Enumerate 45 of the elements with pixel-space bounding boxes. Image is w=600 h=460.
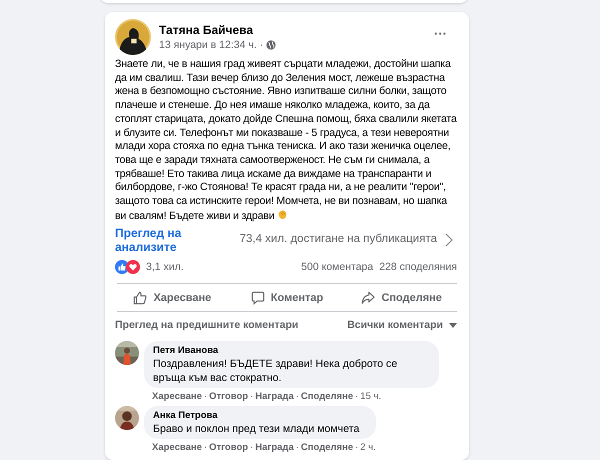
commenter-name[interactable]: Анка Петрова (153, 409, 367, 422)
thumbs-up-icon (133, 290, 148, 305)
post-text: Знаете ли, че в нашия град живеят сърцати младежи, достойни шапка да им свалиш. Тази вечер близо до Зеления мост, лежеше възрастна жена в безпомощно състояние. Явно изпитваше силни болки, защото плачеше и стенеше. До нея имаше няколко младежа, които, за да стоплят старицата, докато дойде Спешна помощ, бяха свалили якетата и блузите си. Телефонът ми показваше - 5 градуса, а тези невероятни млади хора стояха по една тънка тениска. И ако тази женичка оцелее, това ще е заради тяхната самоотверженост. Не съм ги снимала, а трябваше! Ето такива лица искаме да виждаме на транспаранти и билбордове, г-жо Стоянова! Те красят града ни, а не реалити "герои", защото това са истинските герои! Момчета, не ви познавам, но шапка ви свалям! Бъдете живи и здрави (115, 58, 458, 224)
separator-dot: · (204, 390, 208, 404)
emoji-icon (277, 208, 288, 220)
comment-action-link[interactable]: Награда (255, 390, 294, 404)
comment-text: Поздравления! БЪДЕТЕ здрави! Нека доброто се връща към вас стократно. (153, 357, 398, 386)
caret-icon (449, 322, 457, 328)
reaction-count[interactable]: 3,1 хил. (146, 260, 184, 276)
heart-reaction-icon[interactable] (126, 260, 140, 274)
comment-filter-dropdown[interactable]: Всички коментари (347, 318, 457, 334)
share-button[interactable]: Споделяне (344, 284, 460, 311)
comment-action-link[interactable]: Отговор (209, 390, 248, 404)
separator-dot: · (204, 441, 208, 454)
comment-time[interactable]: 2 ч. (360, 441, 376, 454)
separator-dot: · (250, 441, 254, 454)
like-button[interactable]: Харесване (115, 284, 230, 311)
separator-dot: · (296, 441, 299, 454)
comment-action-link[interactable]: Отговор (209, 441, 248, 454)
insights-link[interactable]: Преглед на анализите (115, 226, 195, 254)
more-options-button[interactable]: ··· (434, 24, 459, 44)
author-name[interactable]: Татяна Байчева (159, 22, 426, 38)
comment-time[interactable]: 15 ч. (360, 390, 382, 404)
comment-action-link[interactable]: Харесване (152, 441, 202, 454)
commenter-name[interactable]: Петя Иванова (153, 344, 430, 358)
comment-action-link[interactable]: Награда (255, 441, 294, 454)
chevron-right-icon[interactable] (445, 232, 453, 247)
comment-count[interactable]: 500 коментара (301, 260, 374, 276)
previous-comments-link[interactable]: Преглед на предишните коментари (115, 318, 298, 334)
separator-dot: · (250, 390, 254, 404)
globe-icon (266, 40, 276, 50)
post-time[interactable]: 13 януари в 12:34 ч. (159, 38, 257, 52)
comment-button[interactable]: Коментар (230, 284, 344, 311)
comment-action-link[interactable]: Споделяне (300, 441, 354, 454)
separator-dot: · (260, 38, 264, 52)
separator-dot: · (296, 390, 299, 404)
speech-bubble-icon (250, 290, 265, 305)
comment-text: Браво и поклон пред тези млади момчета (153, 422, 360, 436)
share-count[interactable]: 228 споделяния (379, 260, 457, 276)
separator-dot: · (355, 390, 358, 404)
separator-dot: · (355, 441, 358, 454)
comment-action-link[interactable]: Харесване (152, 390, 202, 404)
share-arrow-icon (361, 290, 376, 305)
reach-text: 73,4 хил. достигане на публикацията (240, 232, 437, 248)
comment-action-link[interactable]: Споделяне (300, 390, 354, 404)
